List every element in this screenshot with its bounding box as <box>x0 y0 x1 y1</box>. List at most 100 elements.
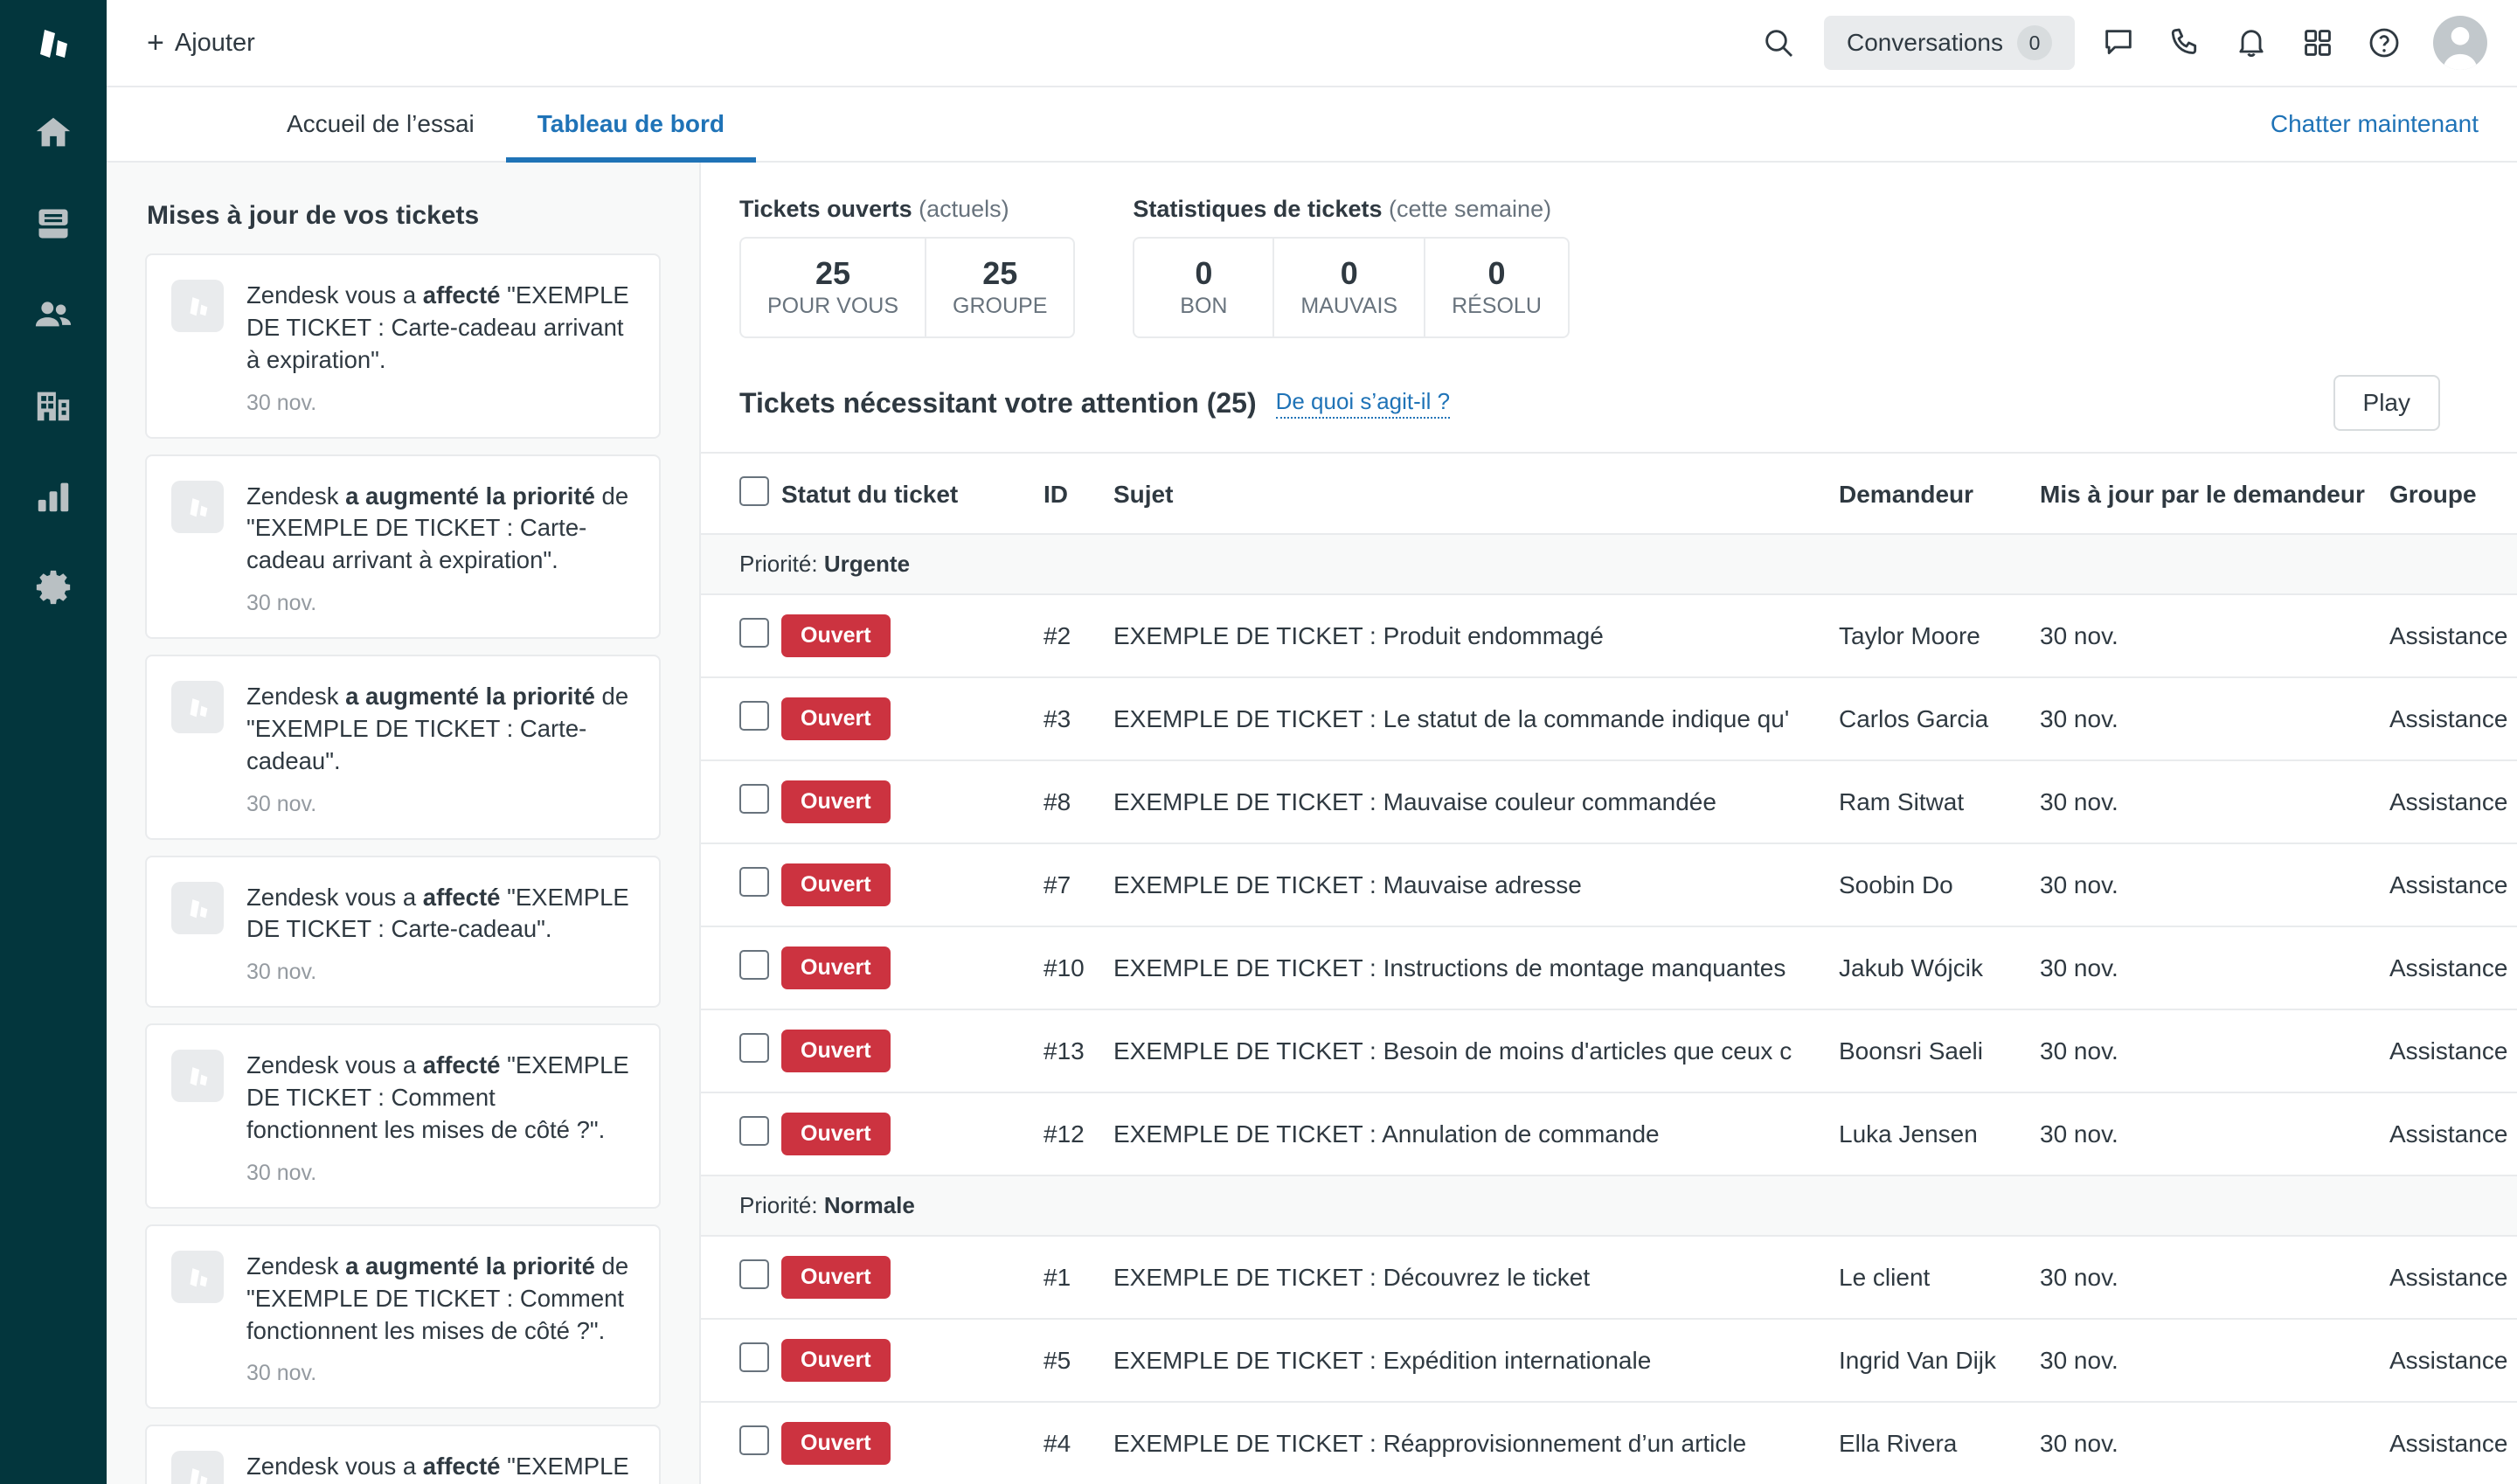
conversations-label: Conversations <box>1847 29 2003 56</box>
update-card-text: Zendesk a augmenté la priorité de "EXEMP… <box>246 1252 629 1344</box>
stat-cell-group[interactable]: 25 GROUPE <box>926 239 1073 336</box>
cell-status: Ouvert <box>781 843 1044 928</box>
cell-updated: 30 nov. <box>2040 926 2389 1011</box>
apps-grid-icon[interactable] <box>2285 10 2351 76</box>
search-icon[interactable] <box>1745 10 1812 76</box>
cell-group: Assistance <box>2389 677 2517 762</box>
sidebar-item-admin[interactable] <box>0 542 107 633</box>
cell-updated: 30 nov. <box>2040 1236 2389 1321</box>
priority-group-row: Priorité: Urgente <box>701 534 2517 596</box>
header-subject[interactable]: Sujet <box>1113 454 1839 536</box>
header-id[interactable]: ID <box>1044 454 1113 536</box>
table-row[interactable]: Ouvert #1 EXEMPLE DE TICKET : Découvrez le… <box>701 1236 2517 1321</box>
cell-id: #5 <box>1044 1319 1113 1404</box>
select-all-checkbox[interactable] <box>739 476 769 507</box>
header-updated[interactable]: Mis à jour par le demandeur <box>2040 454 2389 536</box>
stat-cell-bad[interactable]: 0 MAUVAIS <box>1274 239 1426 337</box>
chat-now-link[interactable]: Chatter maintenant <box>2271 110 2517 138</box>
sidebar-item-home[interactable] <box>0 87 107 178</box>
cell-status: Ouvert <box>781 1009 1044 1094</box>
update-card[interactable]: Zendesk a augmenté la priorité de "EXEMP… <box>145 454 661 640</box>
cell-subject[interactable]: EXEMPLE DE TICKET : Le statut de la comm… <box>1113 677 1839 762</box>
stat-cell-good[interactable]: 0 BON <box>1134 239 1275 337</box>
update-card[interactable]: Zendesk vous a affecté "EXEMPLE DE TICKE… <box>145 253 661 439</box>
update-card[interactable]: Zendesk vous a affecté "EXEMPLE DE TICKE… <box>145 1023 661 1209</box>
row-checkbox[interactable] <box>739 784 769 815</box>
cell-group: Assistance <box>2389 926 2517 1011</box>
update-card-emphasis: affecté <box>422 281 501 309</box>
row-checkbox[interactable] <box>739 1116 769 1147</box>
update-card[interactable]: Zendesk vous a affecté "EXEMPLE DE TICKE… <box>145 1425 661 1484</box>
table-row[interactable]: Ouvert #2 EXEMPLE DE TICKET : Produit endo… <box>701 594 2517 679</box>
phone-icon[interactable] <box>2152 10 2218 76</box>
row-checkbox[interactable] <box>739 1425 769 1456</box>
cell-status: Ouvert <box>781 1402 1044 1484</box>
play-button[interactable]: Play <box>2333 375 2440 432</box>
stat-cell-for-you[interactable]: 25 POUR VOUS <box>741 239 927 337</box>
add-button[interactable]: + Ajouter <box>138 21 264 65</box>
bell-icon[interactable] <box>2218 10 2285 76</box>
update-card[interactable]: Zendesk vous a affecté "EXEMPLE DE TICKE… <box>145 855 661 1009</box>
header-requester[interactable]: Demandeur <box>1839 454 2040 536</box>
cell-updated: 30 nov. <box>2040 1092 2389 1177</box>
tab-dashboard[interactable]: Tableau de bord <box>505 87 757 163</box>
zendesk-logo[interactable] <box>0 0 107 87</box>
cell-requester: Jakub Wójcik <box>1839 926 2040 1011</box>
cell-subject[interactable]: EXEMPLE DE TICKET : Annulation de comman… <box>1113 1092 1839 1177</box>
cell-subject[interactable]: EXEMPLE DE TICKET : Mauvaise couleur com… <box>1113 760 1839 845</box>
row-checkbox[interactable] <box>739 1259 769 1290</box>
table-row[interactable]: Ouvert #7 EXEMPLE DE TICKET : Mauvaise adr… <box>701 843 2517 928</box>
row-checkbox[interactable] <box>739 701 769 732</box>
table-row[interactable]: Ouvert #8 EXEMPLE DE TICKET : Mauvaise cou… <box>701 760 2517 845</box>
cell-status: Ouvert <box>781 594 1044 679</box>
update-card[interactable]: Zendesk a augmenté la priorité de "EXEMP… <box>145 1224 661 1410</box>
table-row[interactable]: Ouvert #3 EXEMPLE DE TICKET : Le statut de… <box>701 677 2517 762</box>
stat-value: 25 <box>982 255 1018 291</box>
cell-requester: Ingrid Van Dijk <box>1839 1319 2040 1404</box>
table-row[interactable]: Ouvert #13 EXEMPLE DE TICKET : Besoin de m… <box>701 1009 2517 1094</box>
row-checkbox[interactable] <box>739 1033 769 1064</box>
sidebar-item-customers[interactable] <box>0 269 107 360</box>
stat-cell-solved[interactable]: 0 RÉSOLU <box>1425 239 1568 336</box>
update-card[interactable]: Zendesk a augmenté la priorité de "EXEMP… <box>145 655 661 840</box>
conversations-button[interactable]: Conversations 0 <box>1824 16 2075 70</box>
update-card-body: Zendesk a augmenté la priorité de "EXEMP… <box>246 1251 633 1387</box>
row-checkbox[interactable] <box>739 867 769 898</box>
update-card-body: Zendesk vous a affecté "EXEMPLE DE TICKE… <box>246 882 633 986</box>
sidebar-item-views[interactable] <box>0 178 107 269</box>
sidebar-item-reporting[interactable] <box>0 451 107 542</box>
table-row[interactable]: Ouvert #4 EXEMPLE DE TICKET : Réapprovisio… <box>701 1402 2517 1484</box>
table-row[interactable]: Ouvert #5 EXEMPLE DE TICKET : Expédition i… <box>701 1319 2517 1404</box>
zendesk-avatar-icon <box>171 1250 224 1303</box>
update-card-body: Zendesk vous a affecté "EXEMPLE DE TICKE… <box>246 280 633 416</box>
cell-subject[interactable]: EXEMPLE DE TICKET : Produit endommagé <box>1113 594 1839 679</box>
cell-subject[interactable]: EXEMPLE DE TICKET : Expédition internati… <box>1113 1319 1839 1404</box>
row-select-cell <box>701 677 781 762</box>
header-status[interactable]: Statut du ticket <box>781 454 1044 536</box>
sidebar-item-organizations[interactable] <box>0 360 107 451</box>
chat-icon[interactable] <box>2085 10 2152 76</box>
home-icon <box>33 113 73 153</box>
cell-subject[interactable]: EXEMPLE DE TICKET : Instructions de mont… <box>1113 926 1839 1011</box>
cell-subject[interactable]: EXEMPLE DE TICKET : Découvrez le ticket <box>1113 1236 1839 1321</box>
cell-subject[interactable]: EXEMPLE DE TICKET : Mauvaise adresse <box>1113 843 1839 928</box>
tab-trial-home[interactable]: Accueil de l’essai <box>255 87 506 161</box>
row-checkbox[interactable] <box>739 618 769 648</box>
update-card-emphasis: a augmenté la priorité <box>345 683 595 711</box>
priority-group-value: Urgente <box>823 551 911 578</box>
whats-this-link[interactable]: De quoi s’agit-il ? <box>1275 388 1451 419</box>
cell-subject[interactable]: EXEMPLE DE TICKET : Réapprovisionnement … <box>1113 1402 1839 1484</box>
update-card-body: Zendesk a augmenté la priorité de "EXEMP… <box>246 681 633 817</box>
user-avatar[interactable] <box>2433 16 2487 70</box>
row-checkbox[interactable] <box>739 1342 769 1373</box>
table-row[interactable]: Ouvert #12 EXEMPLE DE TICKET : Annulation … <box>701 1092 2517 1177</box>
header-group[interactable]: Groupe <box>2389 454 2517 536</box>
tickets-table-body: Priorité: Urgente Ouvert #2 EXEMPLE DE TICK… <box>701 534 2517 1484</box>
help-icon[interactable] <box>2351 10 2417 76</box>
table-row[interactable]: Ouvert #10 EXEMPLE DE TICKET : Instruction… <box>701 926 2517 1011</box>
cell-subject[interactable]: EXEMPLE DE TICKET : Besoin de moins d'ar… <box>1113 1009 1839 1094</box>
row-checkbox[interactable] <box>739 950 769 981</box>
zendesk-avatar-icon <box>171 681 224 734</box>
row-select-cell <box>701 1319 781 1404</box>
cell-requester: Le client <box>1839 1236 2040 1321</box>
